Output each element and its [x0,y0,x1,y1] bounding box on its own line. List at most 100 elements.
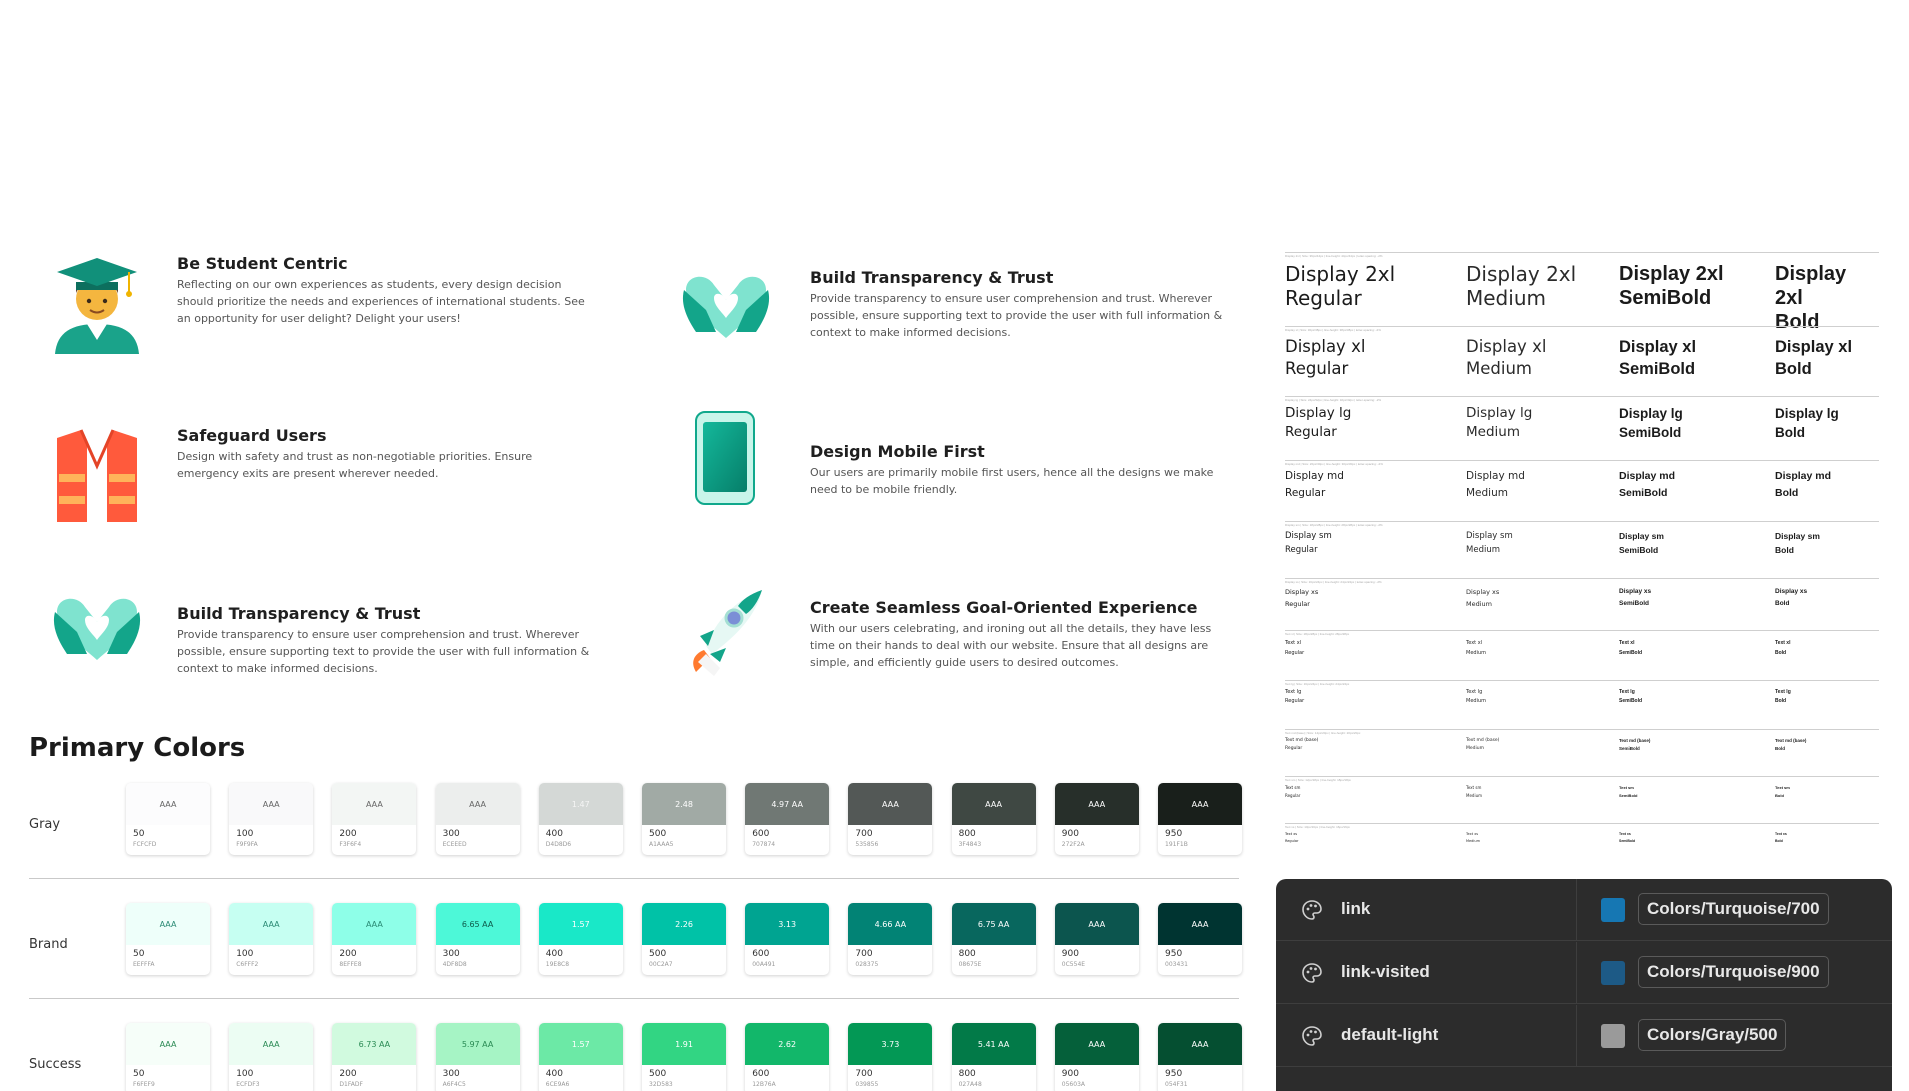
color-swatch[interactable]: AAA 950 191F1B [1158,783,1242,855]
color-swatch[interactable]: AAA 900 272F2A [1054,783,1139,855]
color-swatch[interactable]: 1.47 400 D4D8D6 [538,783,623,855]
color-swatch[interactable]: AAA 950 054F31 [1158,1023,1242,1091]
type-sample-weight: SemiBold [1619,650,1643,656]
color-swatch[interactable]: 4.66 AA 700 028375 [848,903,933,975]
type-sample-weight: Bold [1775,698,1787,704]
color-swatch[interactable]: AAA 200 F3F6F4 [332,783,417,855]
type-sample-weight: Regular [1285,359,1349,378]
type-style-meta: Text xs | Size: 10px/16px | line-height:… [1285,825,1350,829]
color-row-label: Brand [29,937,68,952]
swatch-hex: 8EFFE8 [339,961,362,968]
type-sample-name: Text lg [1466,689,1483,695]
type-sample-weight: Medium [1466,650,1486,656]
token-row[interactable]: default-light Colors/Gray/500 [1276,1005,1892,1067]
swatch-step: 950 [1165,949,1183,959]
token-value[interactable]: Colors/Gray/500 [1638,1019,1787,1051]
color-swatch[interactable]: 6.75 AA 800 08675E [951,903,1036,975]
type-style-meta: Display sm | Size: 18px/28px | line-heig… [1285,523,1383,527]
type-style-row: Text lg | Size: 16px/24px | line-height:… [1285,680,1879,729]
type-sample: Display xs Medium [1466,586,1499,610]
swatch-hex: ECFDF3 [236,1081,260,1088]
color-swatch[interactable]: AAA 900 05603A [1054,1023,1139,1091]
color-swatch[interactable]: AAA 50 F6FEF9 [126,1023,210,1091]
color-swatch[interactable]: AAA 950 003431 [1158,903,1242,975]
color-swatch[interactable]: AAA 900 0C554E [1054,903,1139,975]
swatch-hex: 08675E [958,961,982,968]
swatch-contrast-label: 6.73 AA [332,1023,417,1065]
token-name: default-light [1341,1025,1439,1044]
principle-body: Our users are primarily mobile first use… [810,466,1214,496]
type-sample-name: Text xs [1466,832,1479,836]
rocket-icon [676,584,776,684]
color-swatch[interactable]: AAA 300 ECEEED [435,783,520,855]
principle-title: Build Transparency & Trust [177,604,421,623]
color-swatch[interactable]: 1.57 400 19E8C8 [538,903,623,975]
color-swatch[interactable]: AAA 200 8EFFE8 [332,903,417,975]
type-sample-name: Display sm [1775,531,1820,541]
token-value[interactable]: Colors/Turquoise/900 [1638,956,1829,988]
type-sample: Display lg SemiBold [1619,404,1683,442]
type-sample-weight: SemiBold [1619,600,1649,607]
color-swatch[interactable]: 5.97 AA 300 A6F4C5 [435,1023,520,1091]
swatch-contrast-label: AAA [126,783,210,825]
type-sample: Text sm Bold [1775,784,1790,800]
token-name: link [1341,899,1371,918]
type-sample-name: Text sm [1466,785,1482,790]
type-sample-name: Display 2xl [1285,262,1396,286]
type-sample-weight: SemiBold [1619,746,1640,751]
color-swatch[interactable]: 4.97 AA 600 707874 [745,783,830,855]
type-sample-name: Text sm [1619,785,1634,790]
type-sample-weight: Medium [1466,698,1486,704]
type-sample: Text lg Regular [1285,688,1304,706]
color-swatch[interactable]: 3.13 600 00A491 [745,903,830,975]
color-swatch[interactable]: 1.57 400 6CE9A6 [538,1023,623,1091]
swatch-step: 900 [1061,829,1079,839]
type-sample: Display sm Regular [1285,529,1332,557]
type-sample-name: Display 2xl [1619,263,1724,285]
color-swatch[interactable]: 6.65 AA 300 4DF8D8 [435,903,520,975]
color-swatch[interactable]: AAA 100 C6FFF2 [229,903,314,975]
token-row[interactable]: link Colors/Turquoise/700 [1276,879,1892,941]
color-swatch[interactable]: 2.26 500 00C2A7 [642,903,726,975]
color-swatch[interactable]: AAA 700 535856 [848,783,933,855]
type-sample-name: Display xs [1775,588,1808,595]
color-swatch[interactable]: 6.73 AA 200 D1FADF [332,1023,417,1091]
swatch-hex: FCFCFD [133,841,157,848]
color-swatch[interactable]: 2.62 600 12B76A [745,1023,830,1091]
color-swatch[interactable]: AAA 50 FCFCFD [126,783,210,855]
column-divider [1576,879,1577,941]
type-sample-weight: Regular [1285,286,1362,310]
type-sample-weight: Regular [1285,545,1318,555]
safety-vest-icon [47,426,147,526]
color-swatch[interactable]: 5.41 AA 800 027A48 [951,1023,1036,1091]
color-swatch[interactable]: 1.91 500 32D583 [642,1023,726,1091]
swatch-contrast-label: 1.57 [538,903,623,945]
token-row[interactable]: link-visited Colors/Turquoise/900 [1276,942,1892,1004]
type-sample-name: Display sm [1619,531,1664,541]
swatch-step: 600 [752,949,770,959]
color-swatch[interactable]: 3.73 700 039855 [848,1023,933,1091]
type-sample-weight: Medium [1466,286,1546,310]
swatch-step: 400 [545,1069,563,1079]
swatch-contrast-label: AAA [1054,783,1139,825]
type-sample-name: Display sm [1466,531,1513,541]
type-sample: Display xs SemiBold [1619,586,1651,610]
color-swatch[interactable]: AAA 50 EEFFFA [126,903,210,975]
color-swatch[interactable]: AAA 100 F9F9FA [229,783,314,855]
color-swatch[interactable]: AAA 800 3F4843 [951,783,1036,855]
color-swatch[interactable]: AAA 100 ECFDF3 [229,1023,314,1091]
mobile-phone-icon [692,410,762,510]
swatch-hex: 272F2A [1061,841,1085,848]
type-sample-name: Text xl [1285,640,1302,646]
type-sample-name: Text md (base) [1466,738,1500,743]
color-swatch[interactable]: 2.48 500 A1AAA5 [642,783,726,855]
palette-icon [1301,899,1323,921]
type-sample: Text sm SemiBold [1619,784,1637,800]
swatch-contrast-label: 6.65 AA [435,903,520,945]
swatch-step: 500 [649,829,667,839]
principle-title: Create Seamless Goal-Oriented Experience [810,598,1198,617]
type-sample-weight: Regular [1285,793,1301,798]
type-sample-weight: Regular [1285,424,1337,440]
swatch-hex: 12B76A [752,1081,776,1088]
token-value[interactable]: Colors/Turquoise/700 [1638,893,1829,925]
